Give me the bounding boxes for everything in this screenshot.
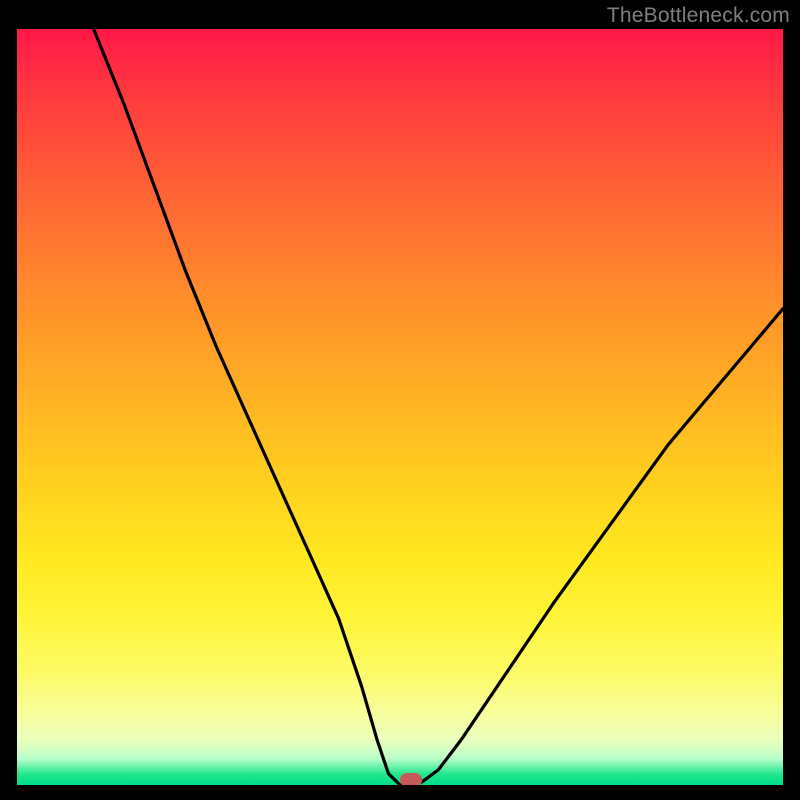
optimal-point-marker [400,773,422,785]
plot-area [17,29,783,785]
bottleneck-curve [17,29,783,785]
watermark-label: TheBottleneck.com [607,4,790,28]
chart-frame: TheBottleneck.com [0,0,800,800]
